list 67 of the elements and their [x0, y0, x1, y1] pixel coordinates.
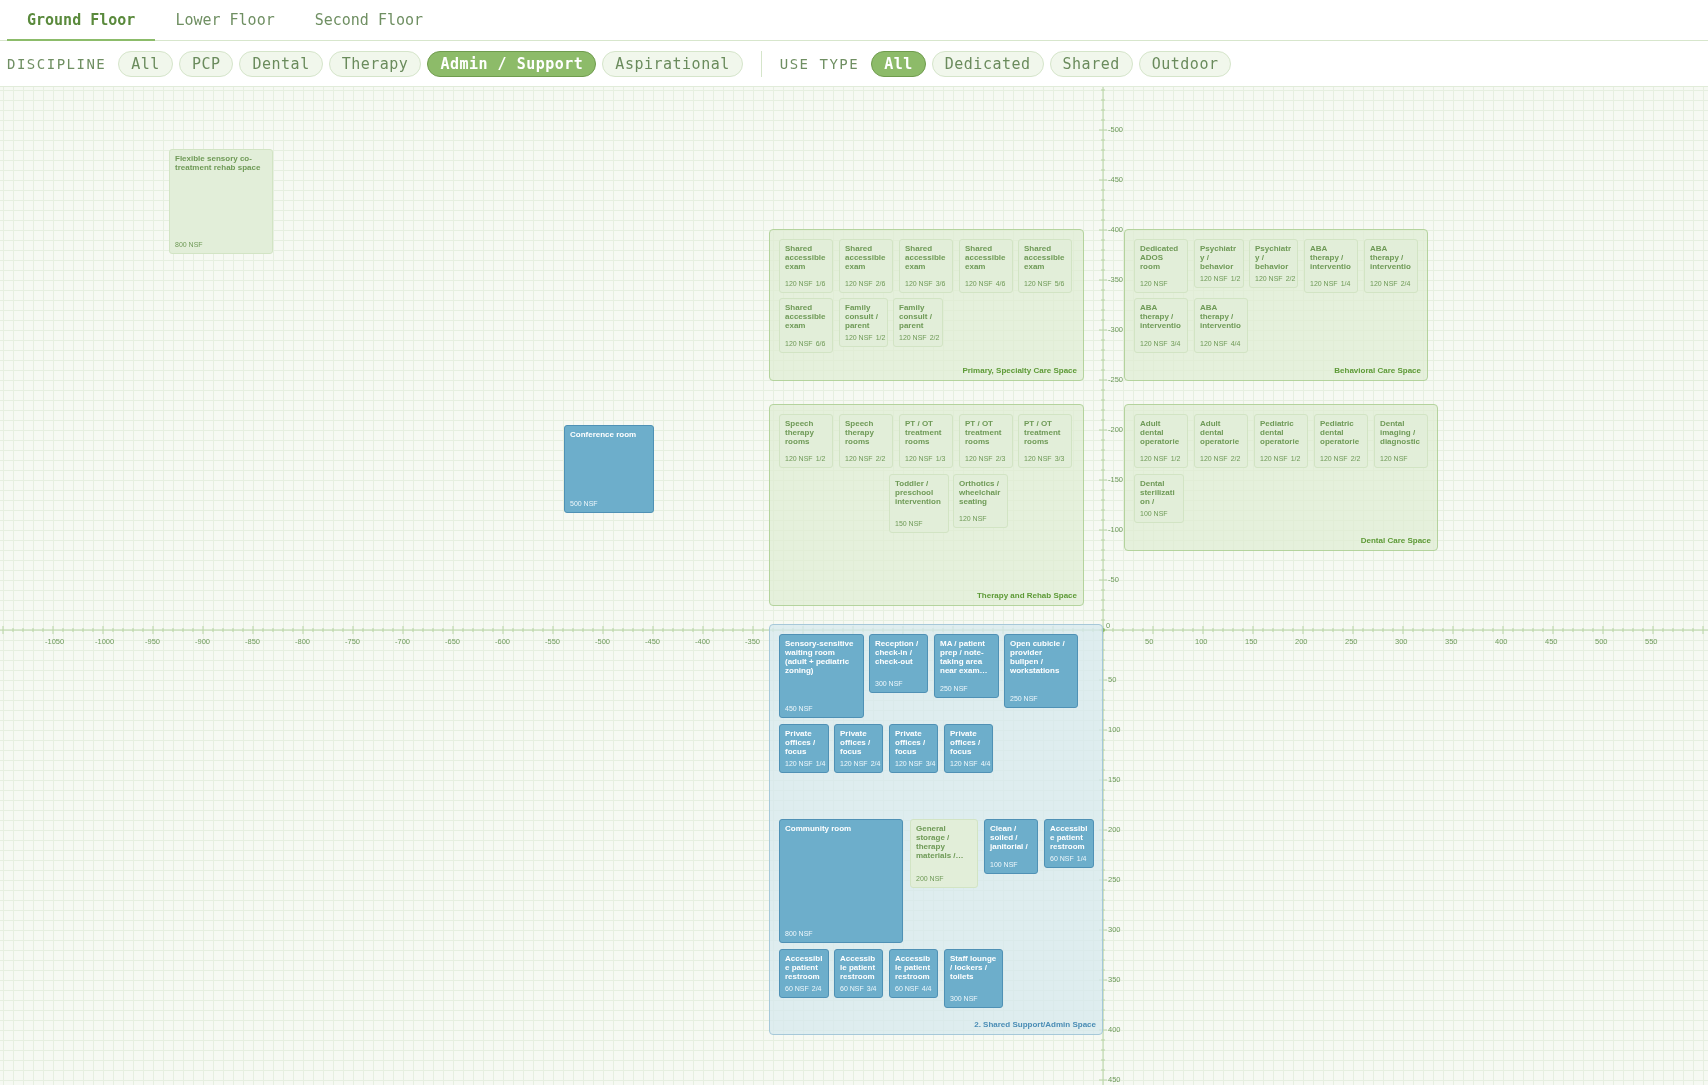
- room-name: Pediatric dental operatorie: [1320, 419, 1361, 446]
- zone-name: Therapy and Rehab Space: [976, 591, 1077, 600]
- room-name: Sensory-sensitive waiting room (adult + pediatric zoning): [785, 639, 855, 675]
- filter-chip[interactable]: All: [118, 50, 173, 77]
- room-name: Toddler / preschool intervention: [895, 479, 942, 506]
- room-name: ABA therapy / interventio: [1370, 244, 1412, 271]
- filter-label: USE TYPE: [779, 55, 860, 72]
- filter-chip[interactable]: PCP: [178, 50, 234, 77]
- floor-plan-canvas[interactable]: [0, 87, 1708, 1085]
- room-name: Dental sterilization /: [1140, 479, 1176, 506]
- room-name: Dedicated ADOS room: [1140, 244, 1180, 271]
- room-name: Private offices / focus: [950, 729, 982, 756]
- filter-chip[interactable]: Therapy: [328, 50, 422, 77]
- room-name: Speech therapy rooms: [785, 419, 815, 446]
- room-name: Psychiatry / behavior: [1255, 244, 1292, 271]
- room-name: Pediatric dental operatorie: [1260, 419, 1301, 446]
- room-name: PT / OT treatment rooms: [1024, 419, 1062, 446]
- room-name: Clean / soiled / janitorial /: [990, 824, 1029, 851]
- room-name: Orthotics / wheelchair seating: [959, 479, 1002, 506]
- room-name: Speech therapy rooms: [845, 419, 875, 446]
- zone-name: Dental Care Space: [1360, 536, 1431, 545]
- room-name: Staff lounge / lockers / toilets: [950, 954, 997, 981]
- room-name: Community room: [785, 824, 853, 833]
- room-name: General storage / therapy materials /…: [916, 824, 965, 860]
- filter-chip[interactable]: Dental: [239, 50, 323, 77]
- room-name: PT / OT treatment rooms: [965, 419, 1003, 446]
- room-name: Private offices / focus: [785, 729, 817, 756]
- filter-chip[interactable]: Admin / Support: [427, 50, 597, 77]
- zone-name: Behavioral Care Space: [1334, 366, 1421, 375]
- room-name: Adult dental operatorie: [1200, 419, 1241, 446]
- filter-chip[interactable]: Dedicated: [931, 50, 1044, 77]
- filter-chip[interactable]: Outdoor: [1138, 50, 1232, 77]
- room-name: Shared accessible exam: [905, 244, 947, 271]
- room-name: Conference room: [570, 430, 638, 439]
- filter-chip[interactable]: All: [871, 50, 926, 77]
- room-name: Shared accessible exam: [1024, 244, 1066, 271]
- floor-tab[interactable]: Ground Floor: [7, 0, 156, 41]
- room-name: PT / OT treatment rooms: [905, 419, 943, 446]
- zone-name: Primary, Specialty Care Space: [962, 366, 1077, 375]
- room-name: Private offices / focus: [895, 729, 927, 756]
- room-name: Open cubicle / provider bullpen / workstations: [1010, 639, 1066, 675]
- room-name: Shared accessible exam: [845, 244, 887, 271]
- room-name: Dental imaging / diagnostic: [1380, 419, 1421, 446]
- room-name: Shared accessible exam: [965, 244, 1007, 271]
- room-name: Family consult / parent: [899, 303, 933, 330]
- room-name: Psychiatry / behavior: [1200, 244, 1238, 271]
- filter-chip[interactable]: Shared: [1049, 50, 1133, 77]
- floor-tab[interactable]: Second Floor: [294, 0, 444, 41]
- floor-tab[interactable]: Lower Floor: [155, 0, 295, 41]
- room-name: ABA therapy / interventio: [1310, 244, 1352, 271]
- room-name: Reception / check-in / check-out: [875, 639, 920, 666]
- room-name: Family consult / parent: [845, 303, 879, 330]
- room-name: Shared accessible exam: [785, 303, 827, 330]
- room-name: Accessible patient restroom: [785, 954, 823, 981]
- room-name: MA / patient prep / note-taking area near exam…: [940, 639, 989, 675]
- room-name: ABA therapy / interventio: [1140, 303, 1182, 330]
- room-name: Flexible sensory co-treatment rehab space: [175, 154, 262, 172]
- room-name: Accessible patient restroom: [840, 954, 877, 981]
- room-name: ABA therapy / interventio: [1200, 303, 1242, 330]
- room-name: Shared accessible exam: [785, 244, 827, 271]
- filter-chip[interactable]: Aspirational: [602, 50, 743, 77]
- zone-name: 2. Shared Support/Admin Space: [974, 1020, 1096, 1029]
- room-name: Private offices / focus: [840, 729, 872, 756]
- room-name: Adult dental operatorie: [1140, 419, 1181, 446]
- room-name: Accessible patient restroom: [1050, 824, 1088, 851]
- room-name: Accessible patient restroom: [895, 954, 932, 981]
- filter-label: DISCIPLINE: [7, 55, 107, 72]
